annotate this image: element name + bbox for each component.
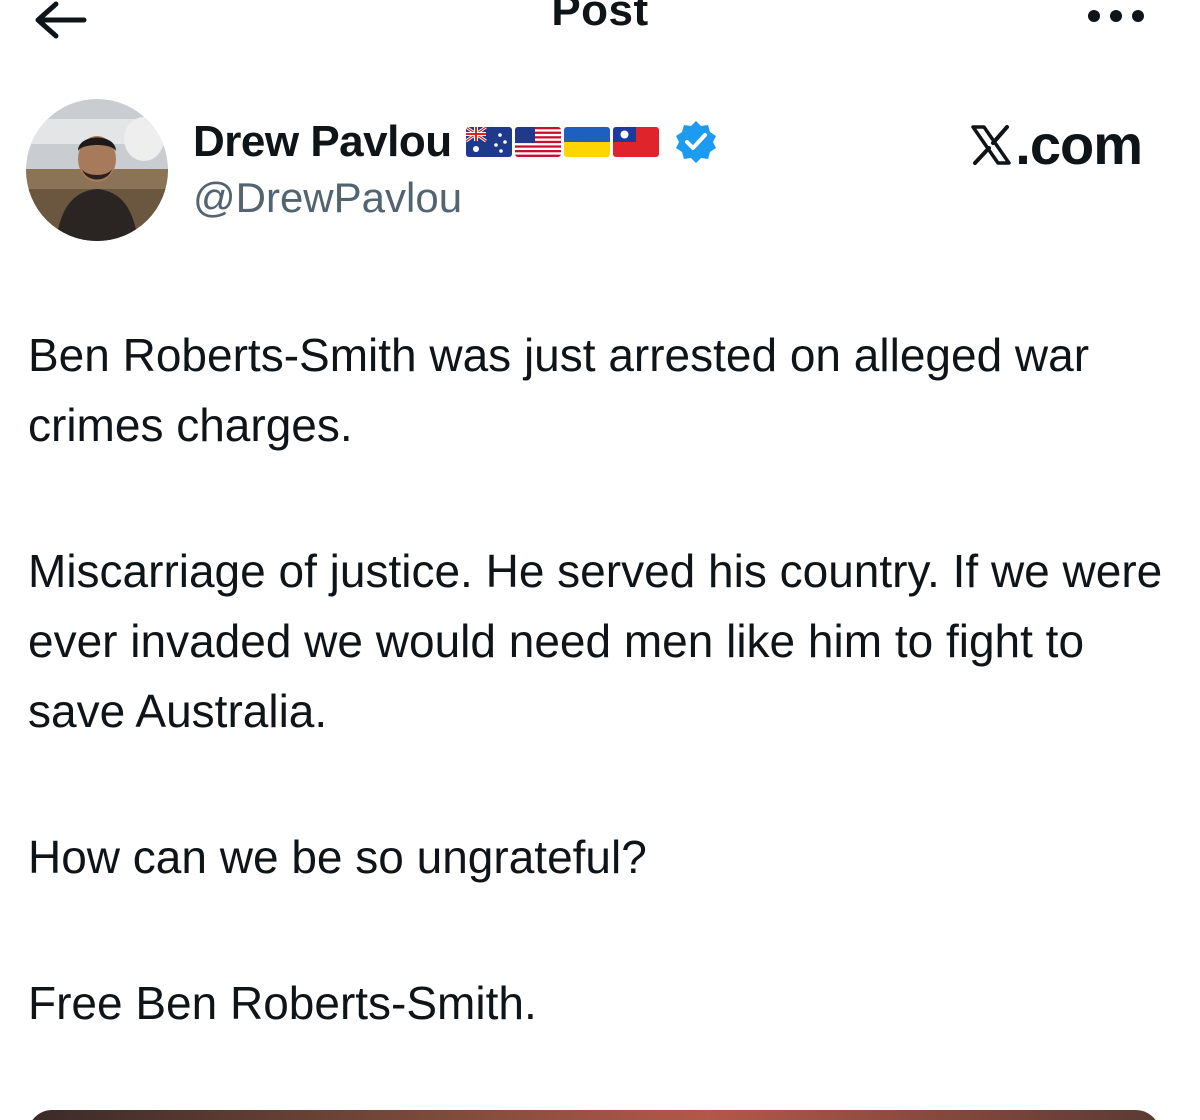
x-watermark: .com: [969, 112, 1143, 177]
avatar[interactable]: [26, 99, 168, 241]
verified-badge-icon[interactable]: [673, 119, 719, 165]
post-paragraph-4: Free Ben Roberts-Smith.: [28, 977, 537, 1029]
ukraine-flag-icon: [563, 127, 610, 157]
post-media-image[interactable]: [28, 1110, 1160, 1120]
usa-flag-icon: [514, 127, 561, 157]
post-screen: Post Drew Pavlou @DrewPavlou .com Ben Ro…: [0, 0, 1200, 1120]
australia-flag-icon: [465, 127, 512, 157]
watermark-text: .com: [1015, 113, 1143, 176]
taiwan-flag-icon: [612, 127, 659, 157]
flag-emoji-group: [465, 127, 659, 157]
post-text: Ben Roberts-Smith was just arrested on a…: [28, 320, 1178, 1114]
more-options-icon[interactable]: [1084, 2, 1148, 30]
post-paragraph-1: Ben Roberts-Smith was just arrested on a…: [28, 329, 1090, 451]
post-paragraph-3: How can we be so ungrateful?: [28, 831, 647, 883]
x-logo-icon: [971, 124, 1012, 165]
post-paragraph-2: Miscarriage of justice. He served his co…: [28, 545, 1163, 737]
author-handle[interactable]: @DrewPavlou: [193, 174, 462, 222]
author-name-row: Drew Pavlou: [193, 112, 719, 172]
author-name[interactable]: Drew Pavlou: [193, 117, 452, 167]
page-title: Post: [551, 0, 649, 35]
